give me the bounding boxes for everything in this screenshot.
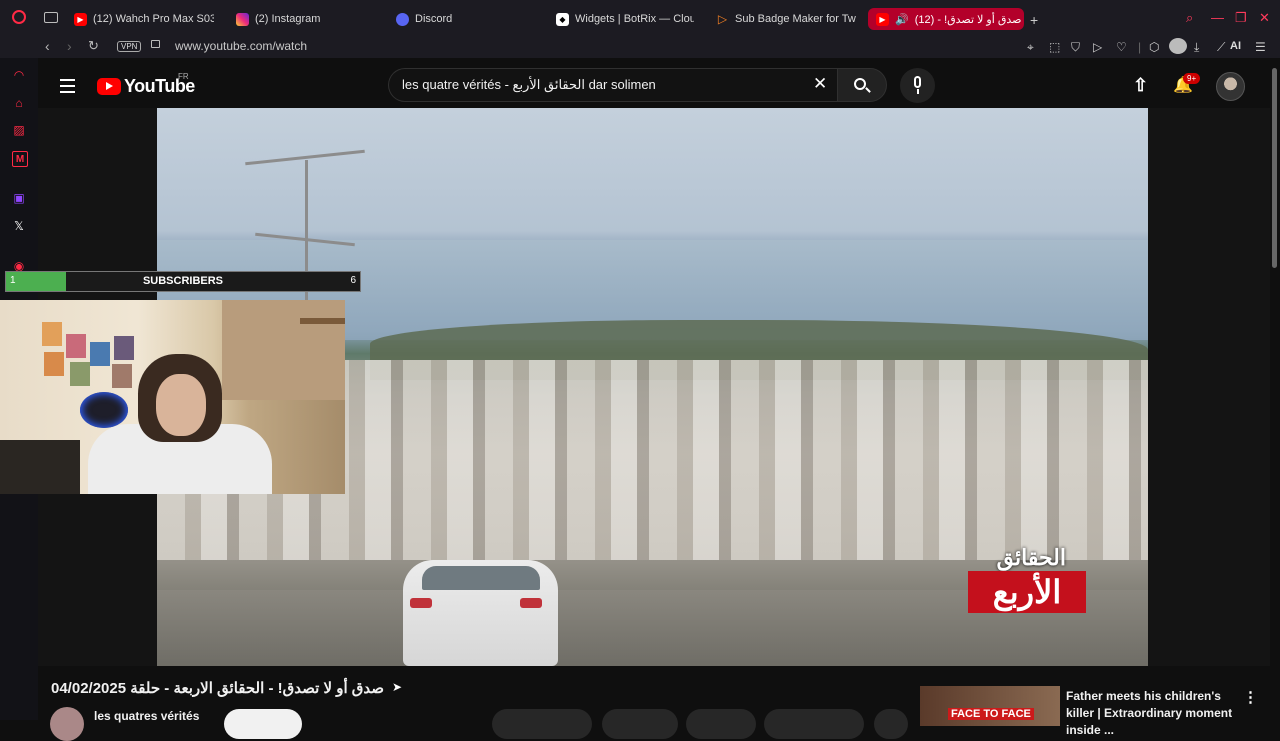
menu-icon[interactable]: ☰ [1255,40,1266,54]
show-logo: الحقائق الأربع [968,545,1096,615]
subscriber-goal-bar: 1 SUBSCRIBERS 6 [5,271,361,292]
tab-youtube-wahch[interactable]: ▶ (12) Wahch Pro Max S03 E [74,8,214,30]
account-avatar[interactable] [1216,72,1245,101]
tab-label: (12) Wahch Pro Max S03 E [93,13,214,25]
youtube-icon: ▶ [74,12,87,26]
forward-icon[interactable]: › [67,38,72,54]
tab-discord[interactable]: Discord [396,8,536,30]
shopping-icon[interactable]: ⌂ [12,96,26,110]
heart-icon[interactable]: ♡ [1116,40,1127,54]
botrix-icon: ◆ [556,12,569,26]
subscriber-goal: 6 [350,275,356,286]
recommended-title[interactable]: Father meets his children's killer | Ext… [1066,688,1238,739]
more-actions-button[interactable] [874,709,908,739]
tab-label: صدق أو لا تصدق! - (12) [914,13,1022,26]
recommended-thumbnail-text: FACE TO FACE [948,708,1034,720]
headset-icon [80,392,128,428]
tab-instagram[interactable]: (2) Instagram [236,8,376,30]
country-code: FR [178,72,189,81]
play-icon[interactable]: ▷ [1093,40,1102,54]
like-button[interactable] [492,709,592,739]
ai-icon[interactable]: ▨ [12,123,26,137]
video-title: صدق أو لا تصدق! - الحقائق الاربعة - حلقة… [51,680,385,697]
subscribe-button[interactable] [224,709,302,739]
search-query[interactable]: les quatre vérités - الحقائق الأربع dar … [402,77,656,93]
tab-label: Widgets | BotRix — Cloud [575,13,694,25]
mouse-cursor-icon: ➤ [392,680,403,694]
subscriber-label: SUBSCRIBERS [142,275,224,287]
pin-icon[interactable]: ⌖ [1027,40,1034,55]
instagram-icon [236,12,249,26]
opera-logo-icon[interactable] [12,10,26,24]
channel-avatar[interactable] [50,707,84,741]
tab-label: Sub Badge Maker for Twit [735,13,856,25]
share-button[interactable] [602,709,678,739]
tab-botrix[interactable]: ◆ Widgets | BotRix — Cloud [556,8,694,30]
clear-search-icon[interactable]: ✕ [813,74,827,94]
recommended-thumbnail[interactable] [920,686,1060,726]
aria-icon[interactable]: ◠ [12,68,26,82]
tab-youtube-active[interactable]: ▶ 🔊 صدق أو لا تصدق! - (12) [868,8,1024,30]
divider: | [1138,40,1142,54]
voice-search-button[interactable] [900,68,935,103]
close-icon[interactable]: ✕ [1259,10,1270,26]
x-icon[interactable]: 𝕏 [12,219,26,233]
search-button[interactable] [837,68,887,102]
shield-icon[interactable]: ⛉ [1071,40,1080,55]
ai-label[interactable]: AI [1230,40,1241,52]
reload-icon[interactable]: ↻ [88,38,99,54]
ai-icon[interactable]: ⟋ [1217,40,1225,55]
more-options-icon[interactable]: ⋮ [1243,688,1258,706]
lock-icon[interactable] [151,40,160,48]
channel-name[interactable]: les quatres vérités [94,709,199,723]
restore-icon[interactable]: ❐ [1235,10,1247,26]
profile-avatar[interactable] [1169,38,1187,54]
youtube-icon: ▶ [876,12,889,26]
discord-icon [396,12,409,26]
notification-badge: 9+ [1183,73,1201,84]
streamer-face [156,374,206,436]
snapshot-icon[interactable]: ⬚ [1049,40,1060,54]
url-field[interactable]: www.youtube.com/watch [175,39,307,53]
tab-label: (2) Instagram [255,13,321,25]
show-logo-top: الحقائق [996,545,1066,570]
minimize-icon[interactable]: — [1211,10,1224,25]
tab-label: Discord [415,13,453,25]
speaker-icon[interactable]: 🔊 [895,13,909,26]
upload-icon[interactable]: ⇧ [1133,75,1148,96]
badge-maker-icon: ▷ [717,12,728,26]
new-tab-button[interactable]: + [1030,12,1038,28]
show-logo-bottom: الأربع [968,571,1086,613]
microphone-icon [914,76,921,88]
youtube-logo-icon[interactable] [97,78,121,95]
vpn-badge[interactable]: VPN [117,41,142,52]
gmail-icon[interactable]: M [12,151,28,167]
extensions-icon[interactable]: ⬡ [1149,40,1159,54]
back-icon[interactable]: ‹ [45,38,50,54]
tab-sub-badge-maker[interactable]: ▷ Sub Badge Maker for Twit [716,8,856,30]
download-button[interactable] [764,709,864,739]
twitch-icon[interactable]: ▣ [12,191,26,205]
download-icon[interactable]: ⤓ [1194,40,1199,55]
guide-menu-icon[interactable] [60,79,75,97]
scrollbar-thumb[interactable] [1272,68,1277,268]
save-button[interactable] [686,709,756,739]
tab-manager-icon[interactable] [44,12,58,23]
tab-search-icon[interactable]: ⌕ [1186,10,1193,26]
